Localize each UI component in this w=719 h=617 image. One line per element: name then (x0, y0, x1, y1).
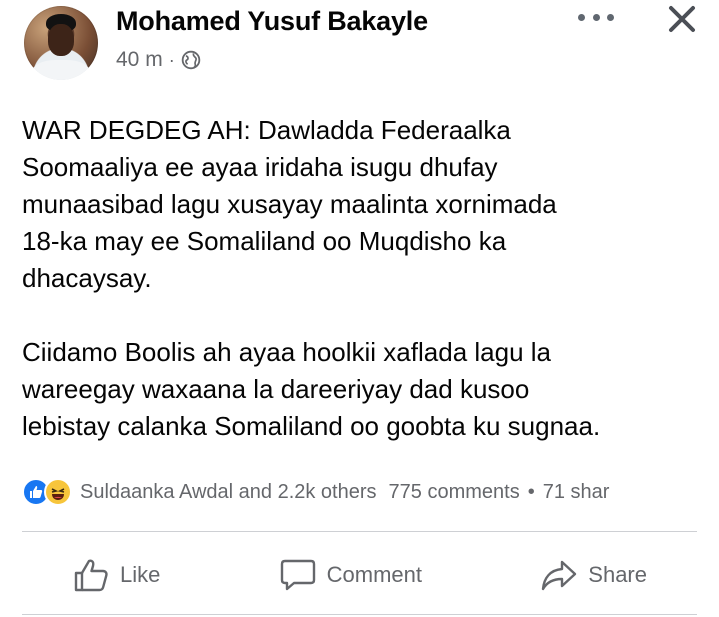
stats-bullet: • (527, 480, 535, 503)
post-paragraph: Ciidamo Boolis ah ayaa hoolkii xaflada l… (22, 337, 601, 441)
share-label: Share (588, 562, 647, 587)
close-icon[interactable] (667, 4, 697, 34)
like-thumb-icon (74, 559, 108, 592)
comment-label: Comment (326, 562, 422, 587)
divider-top (22, 531, 697, 532)
share-arrow-icon (542, 560, 577, 591)
more-dot-icon (607, 13, 614, 21)
avatar-shirt (32, 60, 90, 80)
like-button[interactable]: Like (22, 556, 210, 594)
more-dot-icon (578, 13, 585, 21)
post-body: WAR DEGDEG AH: Dawladda Federaalka Sooma… (22, 112, 712, 482)
author-avatar[interactable] (24, 6, 98, 80)
comment-button[interactable]: Comment (229, 556, 472, 594)
reactors-text[interactable]: Suldaanka Awdal and 2.2k others (80, 481, 377, 504)
meta-separator: · (168, 49, 175, 70)
post-meta: 40 m · (116, 48, 201, 72)
action-bar: Like Comment Share (22, 540, 697, 610)
share-button[interactable]: Share (490, 556, 697, 594)
avatar-face (48, 24, 74, 56)
comment-bubble-icon (280, 559, 315, 591)
more-dot-icon (592, 13, 600, 21)
globe-icon (181, 50, 200, 70)
author-name[interactable]: Mohamed Yusuf Bakayle (116, 6, 428, 37)
reactions-summary: Suldaanka Awdal and 2.2k others 775 comm… (22, 477, 719, 507)
haha-reaction-icon (44, 478, 72, 506)
shares-count[interactable]: 71 shar (543, 481, 610, 504)
more-options-button[interactable] (578, 6, 614, 28)
reaction-icons[interactable] (22, 478, 72, 506)
comments-count[interactable]: 775 comments (389, 481, 520, 504)
post-paragraph: WAR DEGDEG AH: Dawladda Federaalka Sooma… (22, 115, 557, 293)
post-time[interactable]: 40 m (116, 48, 163, 72)
divider-bottom (22, 614, 697, 615)
like-label: Like (120, 562, 161, 587)
